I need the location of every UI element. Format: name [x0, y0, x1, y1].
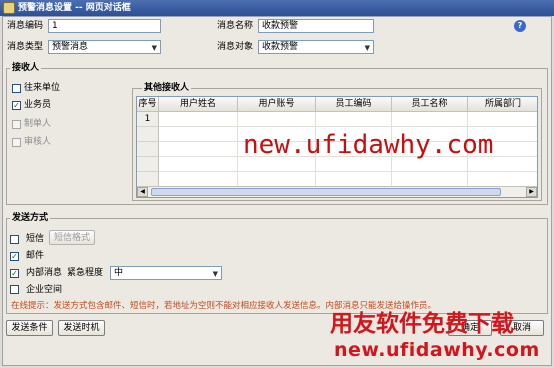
msg-name-field[interactable]: 收款预警	[258, 19, 374, 33]
checkbox-mail-label: 邮件	[26, 251, 45, 261]
send-method-title: 发送方式	[10, 212, 51, 224]
watermark-brand: 用友软件免费下载	[330, 311, 514, 337]
send-timing-button[interactable]: 发送时机	[58, 320, 105, 336]
checkbox-mail[interactable]: ✓	[10, 252, 19, 261]
msg-object-select[interactable]: 收款预警 ▼	[258, 40, 374, 54]
table-row[interactable]	[159, 112, 537, 127]
column-header-seq[interactable]: 序号	[137, 97, 159, 112]
chevron-down-icon: ▼	[364, 44, 370, 52]
table-row[interactable]	[159, 172, 537, 187]
scroll-right-icon[interactable]: ▶	[526, 187, 537, 197]
urgency-value: 中	[114, 268, 124, 278]
column-header-employee-code[interactable]: 员工编码	[316, 97, 392, 112]
msg-type-select[interactable]: 预警消息 ▼	[48, 40, 161, 54]
title-bar[interactable]: 预警消息设置 -- 网页对话框	[0, 0, 554, 16]
table-row-number	[137, 157, 159, 172]
checkbox-approver-label: 审核人	[24, 137, 52, 147]
msg-type-label: 消息类型	[7, 42, 44, 52]
checkbox-contacts-label: 往来单位	[24, 83, 61, 93]
other-receivers-title: 其他接收人	[142, 82, 192, 94]
checkbox-enterprise-space[interactable]	[10, 285, 19, 294]
checkbox-contacts[interactable]	[12, 84, 21, 93]
msg-object-label: 消息对象	[217, 42, 254, 52]
chevron-down-icon: ▼	[212, 270, 218, 278]
msg-code-field[interactable]: 1	[48, 19, 161, 33]
msg-name-label: 消息名称	[217, 21, 254, 31]
chevron-down-icon: ▼	[151, 44, 157, 52]
column-header-employee-name[interactable]: 员工名称	[392, 97, 468, 112]
column-header-department[interactable]: 所属部门	[468, 97, 537, 112]
table-row-number	[137, 127, 159, 142]
column-header-user-name[interactable]: 用户姓名	[159, 97, 238, 112]
msg-code-label: 消息编码	[7, 21, 44, 31]
checkbox-internal-message[interactable]: ✓	[10, 269, 19, 278]
checkbox-creator-label: 制单人	[24, 119, 52, 129]
watermark-url: new.ufidawhy.com	[243, 130, 494, 160]
checkbox-creator	[12, 120, 21, 129]
dialog-icon	[3, 2, 15, 14]
msg-object-value: 收款预警	[262, 42, 299, 52]
help-icon[interactable]: ?	[514, 20, 526, 32]
sms-format-button[interactable]: 短信格式	[49, 230, 95, 245]
msg-type-value: 预警消息	[52, 42, 89, 52]
table-row-number: 1	[137, 112, 159, 127]
send-condition-button[interactable]: 发送条件	[6, 320, 53, 336]
table-row-number	[137, 172, 159, 187]
scroll-left-icon[interactable]: ◀	[137, 187, 148, 197]
scrollbar-thumb[interactable]	[151, 188, 501, 196]
receivers-group-title: 接收人	[10, 62, 42, 74]
checkbox-sms[interactable]	[10, 235, 19, 244]
watermark-url-bottom: new.ufidawhy.com	[334, 339, 540, 361]
checkbox-approver	[12, 138, 21, 147]
urgency-label: 紧急程度	[67, 268, 104, 278]
table-row-number	[137, 142, 159, 157]
horizontal-scrollbar[interactable]: ◀ ▶	[137, 186, 537, 197]
checkbox-enterprise-space-label: 企业空间	[26, 285, 63, 295]
urgency-select[interactable]: 中 ▼	[110, 266, 222, 280]
window-title: 预警消息设置 -- 网页对话框	[18, 3, 131, 13]
column-header-user-account[interactable]: 用户账号	[238, 97, 316, 112]
checkbox-sms-label: 短信	[26, 234, 45, 244]
checkbox-salesperson-label: 业务员	[24, 100, 52, 110]
checkbox-internal-message-label: 内部消息	[26, 268, 63, 278]
checkbox-salesperson[interactable]: ✓	[12, 101, 21, 110]
